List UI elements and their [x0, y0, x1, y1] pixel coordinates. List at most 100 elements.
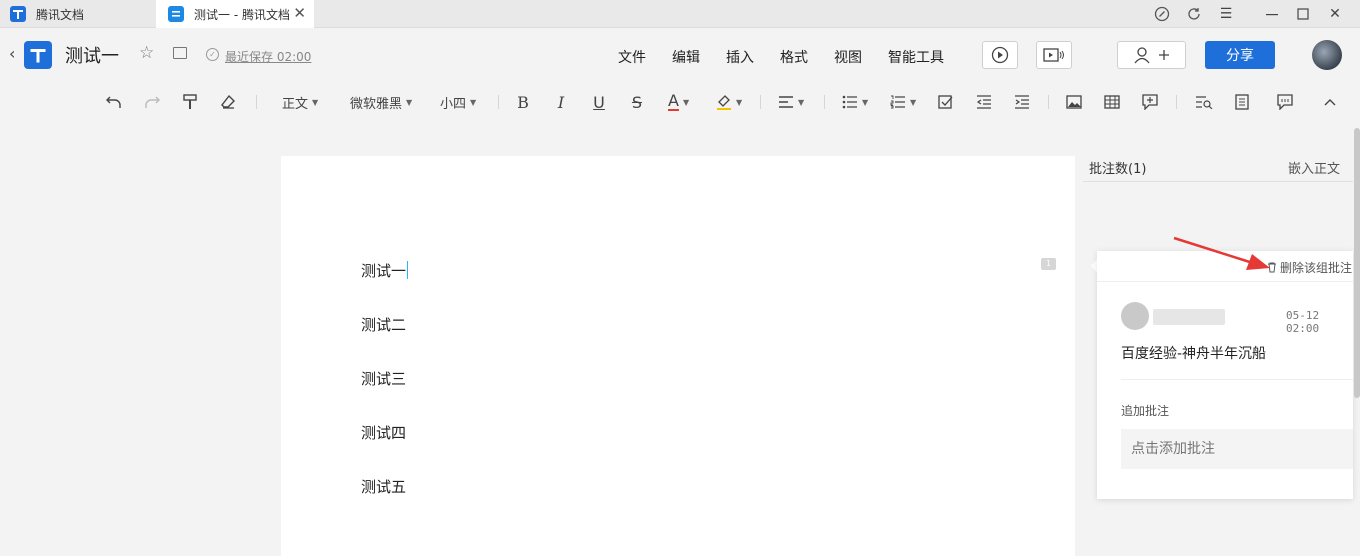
title-bar: 腾讯文档 测试一 - 腾讯文档 ✕ ☰ ✕	[0, 0, 1360, 28]
divider	[1083, 181, 1353, 182]
move-folder-icon[interactable]	[173, 47, 187, 59]
star-icon[interactable]: ☆	[139, 43, 154, 63]
screencast-icon	[1043, 48, 1064, 62]
paragraph-style-select[interactable]: 正文 ▼	[282, 92, 332, 112]
italic-button[interactable]: I	[552, 92, 570, 112]
collaborate-button[interactable]	[1117, 41, 1186, 69]
paragraph[interactable]: 测试二	[361, 314, 406, 335]
minimize-icon[interactable]	[1262, 4, 1282, 24]
annotation-arrow-icon	[1173, 236, 1270, 270]
align-left-icon	[779, 96, 793, 108]
insert-image-icon[interactable]	[1064, 92, 1084, 112]
maximize-icon[interactable]	[1293, 4, 1313, 24]
caret-down-icon: ▼	[682, 97, 690, 107]
comment-panel-icon[interactable]	[1275, 92, 1295, 112]
bullet-list-icon	[842, 95, 857, 109]
font-size-select[interactable]: 小四 ▼	[440, 92, 486, 112]
share-button[interactable]: 分享	[1205, 41, 1275, 69]
avatar[interactable]	[1312, 40, 1342, 70]
menu-view[interactable]: 视图	[834, 47, 862, 67]
numbered-list-icon	[890, 95, 905, 109]
menu-file[interactable]: 文件	[618, 47, 646, 67]
collapse-toolbar-icon[interactable]	[1320, 92, 1340, 112]
undo-icon[interactable]	[104, 92, 124, 112]
caret-down-icon: ▼	[470, 97, 477, 107]
tab-tencent-docs[interactable]: 腾讯文档	[0, 0, 156, 28]
increase-indent-icon[interactable]	[1012, 92, 1032, 112]
bullet-list-button[interactable]: ▼	[842, 92, 874, 112]
play-icon	[991, 46, 1009, 64]
paragraph[interactable]: 测试四	[361, 422, 406, 443]
paragraph-text: 测试一	[361, 262, 407, 280]
font-family-select[interactable]: 微软雅黑 ▼	[350, 92, 424, 112]
insert-table-icon[interactable]	[1102, 92, 1122, 112]
saved-check-icon: ✓	[206, 48, 219, 61]
menu-icon[interactable]: ☰	[1216, 4, 1236, 24]
font-family-value: 微软雅黑	[350, 96, 403, 112]
redo-icon[interactable]	[142, 92, 162, 112]
document-header: ‹ 测试一 ☆ ✓ 最近保存 02:00 文件 编辑 插入 格式 视图 智能工具…	[0, 28, 1360, 82]
highlight-button[interactable]: ▼	[716, 92, 746, 112]
menu-smart-tools[interactable]: 智能工具	[888, 47, 944, 67]
paragraph[interactable]: 测试五	[361, 476, 406, 497]
checklist-icon[interactable]	[936, 92, 956, 112]
tab-label: 测试一 - 腾讯文档	[194, 7, 290, 22]
format-toolbar: 正文 ▼ 微软雅黑 ▼ 小四 ▼ B I U S A ▼ ▼ ▼ ▼ ▼	[0, 82, 1360, 122]
align-button[interactable]: ▼	[778, 92, 810, 112]
refresh-icon[interactable]	[1184, 4, 1204, 24]
tencent-docs-logo-icon[interactable]	[24, 41, 52, 69]
embed-in-body-button[interactable]: 嵌入正文	[1288, 158, 1340, 177]
document-icon	[168, 6, 184, 22]
caret-down-icon: ▼	[862, 97, 869, 107]
paragraph-style-value: 正文	[282, 96, 309, 112]
paragraph[interactable]: 测试三	[361, 368, 406, 389]
paragraph[interactable]: 测试一	[361, 260, 409, 281]
font-size-value: 小四	[440, 96, 467, 112]
add-comment-input[interactable]	[1121, 429, 1353, 469]
close-window-icon[interactable]: ✕	[1325, 4, 1345, 24]
comment-count: 批注数(1)	[1089, 162, 1147, 177]
highlighter-icon	[717, 95, 731, 110]
numbered-list-button[interactable]: ▼	[890, 92, 922, 112]
add-comment-label: 追加批注	[1121, 404, 1170, 418]
comment-text: 百度经验-神舟半年沉船	[1121, 346, 1267, 362]
delete-label: 删除该组批注	[1280, 261, 1353, 275]
document-title[interactable]: 测试一	[65, 42, 119, 68]
screencast-button[interactable]	[1036, 41, 1072, 69]
underline-button[interactable]: U	[590, 92, 608, 112]
caret-down-icon: ▼	[798, 97, 805, 107]
font-color-button[interactable]: A ▼	[668, 92, 698, 112]
text-cursor	[407, 261, 409, 279]
find-replace-icon[interactable]	[1194, 92, 1214, 112]
comment-card: 删除该组批注 05-12 02:00 百度经验-神舟半年沉船 追加批注	[1097, 251, 1353, 499]
save-status[interactable]: 最近保存 02:00	[225, 48, 311, 65]
tencent-docs-logo-icon	[10, 6, 26, 22]
font-color-icon: A	[668, 91, 679, 111]
bold-button[interactable]: B	[514, 92, 532, 112]
strikethrough-button[interactable]: S	[628, 92, 646, 112]
caret-down-icon: ▼	[406, 97, 413, 107]
commenter-avatar[interactable]	[1121, 302, 1149, 330]
insert-comment-icon[interactable]	[1140, 92, 1160, 112]
comment-time: 05-12 02:00	[1286, 309, 1320, 335]
menu-insert[interactable]: 插入	[726, 47, 754, 67]
caret-down-icon: ▼	[736, 97, 743, 107]
back-chevron-icon[interactable]: ‹	[9, 44, 15, 63]
eraser-icon[interactable]	[218, 92, 238, 112]
menu-edit[interactable]: 编辑	[672, 47, 700, 67]
close-tab-icon[interactable]: ✕	[293, 5, 306, 21]
document-page[interactable]: 测试一 测试二 测试三 测试四 测试五 1	[281, 156, 1075, 556]
scrollbar[interactable]	[1354, 128, 1360, 398]
page-setup-icon[interactable]	[1232, 92, 1252, 112]
feedback-icon[interactable]	[1152, 4, 1172, 24]
present-button[interactable]	[982, 41, 1018, 69]
decrease-indent-icon[interactable]	[974, 92, 994, 112]
tab-label: 腾讯文档	[36, 7, 85, 22]
menu-format[interactable]: 格式	[780, 47, 808, 67]
add-user-icon	[1133, 47, 1169, 64]
caret-down-icon: ▼	[312, 97, 319, 107]
caret-down-icon: ▼	[910, 97, 917, 107]
comment-marker-icon[interactable]: 1	[1041, 258, 1056, 270]
format-painter-icon[interactable]	[180, 92, 200, 112]
tab-document[interactable]: 测试一 - 腾讯文档 ✕	[156, 0, 314, 28]
